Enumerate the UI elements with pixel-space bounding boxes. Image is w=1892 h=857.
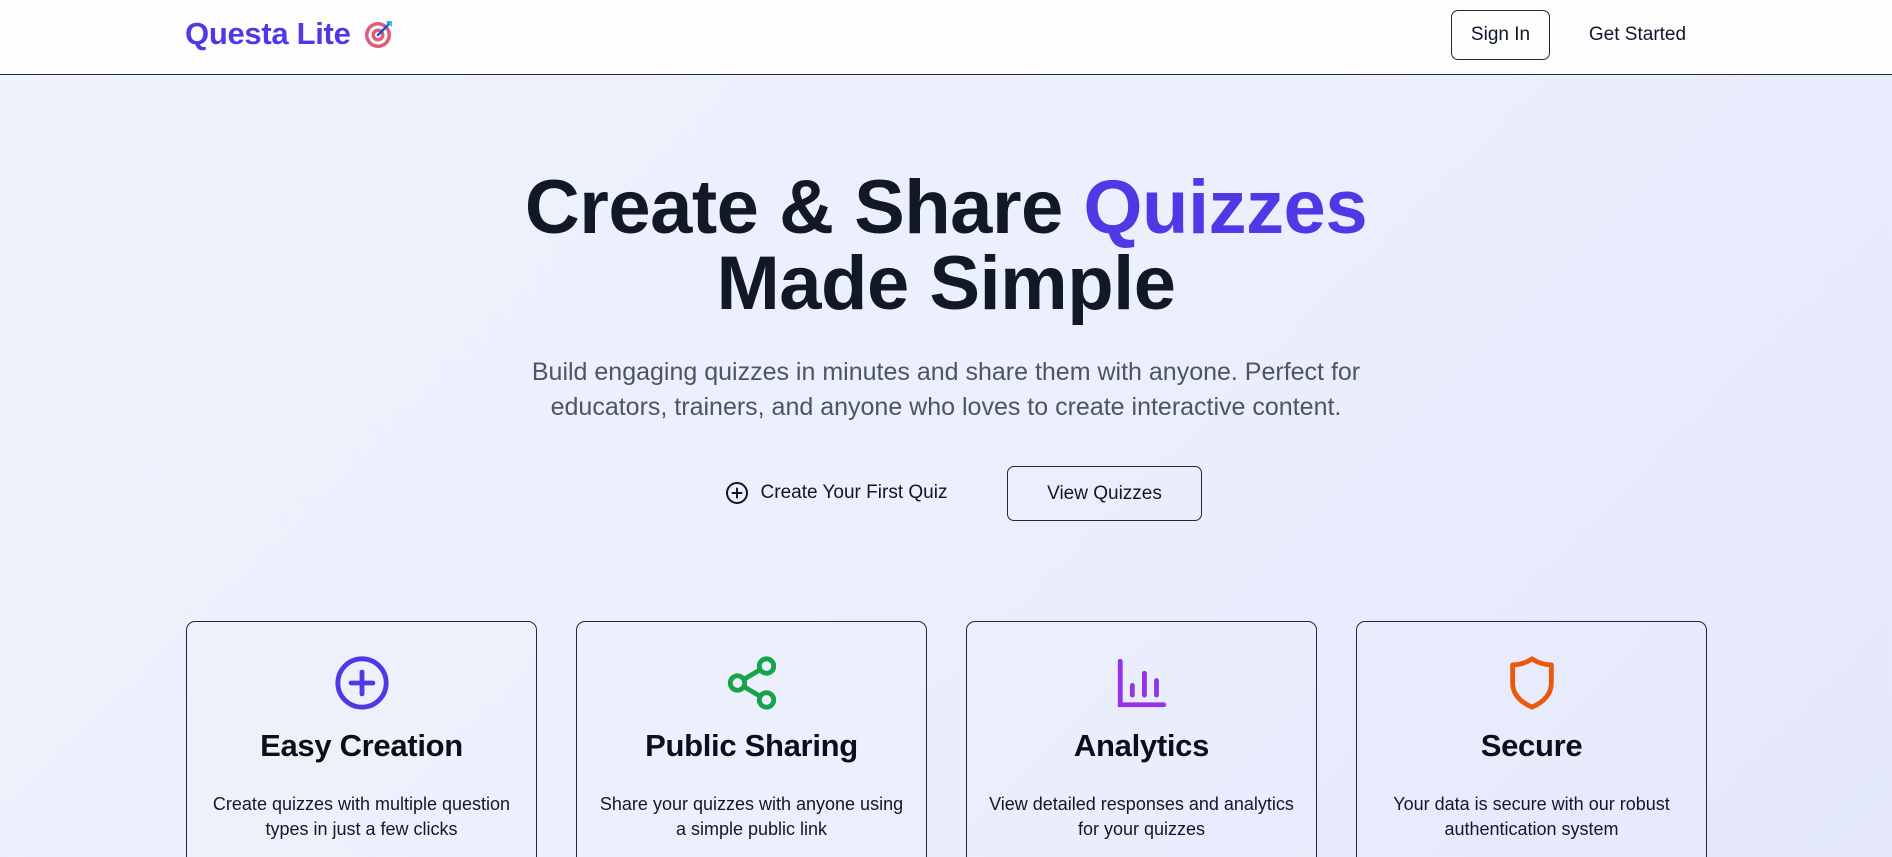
- top-navbar: Questa Lite Sign In Get Started: [0, 0, 1892, 75]
- create-first-quiz-button[interactable]: Create Your First Quiz: [715, 466, 957, 520]
- feature-title: Analytics: [1073, 728, 1210, 763]
- feature-description: View detailed responses and analytics fo…: [989, 794, 1294, 839]
- create-first-quiz-label: Create Your First Quiz: [760, 482, 948, 503]
- feature-title: Secure: [1480, 728, 1583, 763]
- feature-card-easy-creation: Easy Creation Create quizzes with multip…: [186, 621, 537, 857]
- feature-description: Your data is secure with our robust auth…: [1393, 794, 1670, 839]
- feature-description: Share your quizzes with anyone using a s…: [599, 794, 904, 839]
- plus-circle-icon: [725, 482, 748, 504]
- shield-icon: [1509, 656, 1554, 710]
- hero-title-accent: Quizzes: [1083, 165, 1368, 250]
- hero-title-part2: Made Simple: [716, 241, 1176, 326]
- bar-chart-icon: [1117, 658, 1166, 708]
- hero-subtitle: Build engaging quizzes in minutes and sh…: [531, 358, 1361, 421]
- get-started-button[interactable]: Get Started: [1574, 10, 1701, 60]
- feature-description: Create quizzes with multiple question ty…: [212, 794, 511, 839]
- brand-logo[interactable]: Questa Lite: [185, 16, 395, 52]
- feature-card-secure: Secure Your data is secure with our robu…: [1356, 621, 1707, 857]
- plus-circle-icon: [334, 656, 389, 710]
- feature-title: Public Sharing: [645, 728, 858, 763]
- feature-card-public-sharing: Public Sharing Share your quizzes with a…: [576, 621, 927, 857]
- target-dart-icon: [364, 21, 392, 48]
- feature-card-analytics: Analytics View detailed responses and an…: [966, 621, 1317, 857]
- hero-title: Create & Share Quizzes Made Simple: [0, 170, 1892, 322]
- view-quizzes-button[interactable]: View Quizzes: [1007, 466, 1202, 521]
- feature-title: Easy Creation: [260, 728, 463, 763]
- brand-name: Questa Lite: [185, 16, 351, 51]
- sign-in-button[interactable]: Sign In: [1451, 10, 1550, 60]
- share-icon: [727, 656, 776, 710]
- hero-title-part1: Create & Share: [524, 165, 1084, 250]
